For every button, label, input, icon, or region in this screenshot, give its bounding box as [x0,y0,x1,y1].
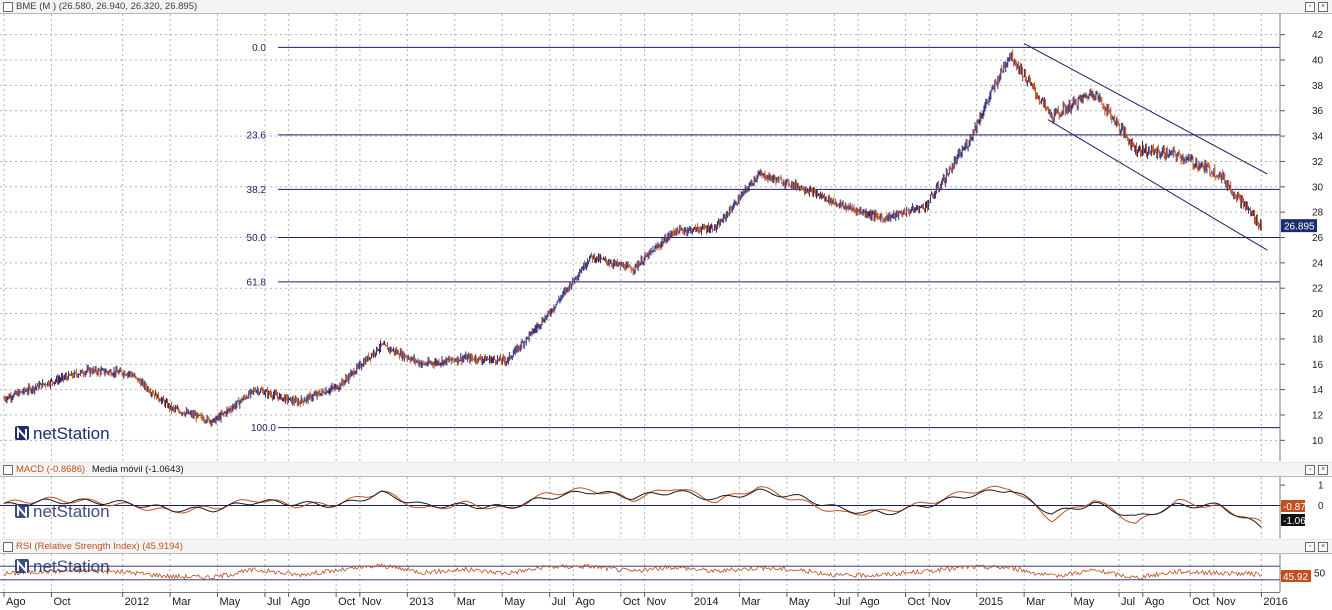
y-tick-label: 36 [1312,106,1324,117]
x-tick-label: Jul [552,596,566,608]
y-tick-label: 22 [1312,284,1324,295]
panel-checkbox[interactable] [3,465,13,475]
watermark-text: netStation [33,557,110,576]
y-tick-label: 16 [1312,360,1324,371]
x-tick-label: Ago [860,596,880,608]
fib-level-label: 38.2 [247,185,267,196]
y-tick-label: 12 [1312,410,1324,421]
y-tick-label: 38 [1312,81,1324,92]
last-price-tag: 26.895 [1281,219,1317,233]
macd-chart: 1 0 -0.87 -1.06 netStation [0,477,1324,538]
last-price-value: 26.895 [1284,222,1315,233]
x-tick-label: May [220,596,241,608]
x-tick-label: 2014 [694,596,718,608]
x-tick-label: Ago [575,596,595,608]
x-tick-label: Ago [291,596,311,608]
x-tick-label: Nov [647,596,667,608]
x-tick-label: 2013 [409,596,433,608]
y-tick-label: 32 [1312,157,1324,168]
y-tick-label: 42 [1312,30,1324,41]
x-tick-label: Oct [623,596,640,608]
rsi-panel-header: RSI (Relative Strength Index) (45.9194) … [0,540,1332,554]
x-tick-label: Nov [931,596,951,608]
y-tick-label: 50 [1314,569,1326,580]
y-tick-label: 14 [1312,385,1324,396]
x-tick-label: Jul [836,596,850,608]
x-tick-label: Mar [741,596,760,608]
price-panel-header: BME (M ) (26.580, 26.940, 26.320, 26.895… [0,0,1332,14]
x-tick-label: Mar [457,596,476,608]
panel-checkbox[interactable] [3,2,13,12]
rsi-legend: RSI (Relative Strength Index) (45.9194) [16,541,183,552]
fib-level-label: 100.0 [251,423,276,434]
y-tick-label: 40 [1312,56,1324,67]
fib-level-label: 23.6 [247,130,267,141]
price-candles [3,49,1262,428]
y-tick-label: 18 [1312,334,1324,345]
restore-icon[interactable]: ▫ [1305,2,1315,12]
netstation-logo: netStation [15,424,110,443]
x-tick-label: Ago [6,596,26,608]
restore-icon[interactable]: ▫ [1305,465,1315,475]
rsi-chart: 50 45.92 netStation [0,554,1326,592]
x-tick-label: 2015 [979,596,1003,608]
y-tick-label: 24 [1312,258,1324,269]
signal-line [3,488,1262,528]
watermark-text: netStation [33,424,110,443]
y-tick-label: 20 [1312,309,1324,320]
x-tick-label: Mar [172,596,191,608]
y-tick-label: 0 [1318,501,1324,512]
macd-value: -0.87 [1283,502,1306,513]
x-tick-label: 2016 [1263,596,1287,608]
time-axis: Ago Oct 2012 Mar May Jul Ago Oct Nov 2013 Mar May Ju… [0,592,1332,610]
macd-panel: MACD (-0.8686) Media móvil (-1.0643) ▫ ×… [0,463,1332,539]
fib-level-label: 61.8 [247,277,267,288]
fibonacci-levels: 0.0 23.6 38.2 50.0 61.8 100.0 [247,43,1280,434]
y-tick-label: 26 [1312,233,1324,244]
restore-icon[interactable]: ▫ [1305,542,1315,552]
panel-checkbox[interactable] [3,542,13,552]
close-icon[interactable]: × [1318,465,1328,475]
x-tick-label: Nov [1216,596,1236,608]
x-tick-label: Nov [362,596,382,608]
close-icon[interactable]: × [1318,542,1328,552]
x-tick-label: Mar [1026,596,1045,608]
price-y-axis: 10 12 14 16 18 20 22 24 26 28 30 32 34 36 38 40 42 [1280,30,1324,447]
price-panel: BME (M ) (26.580, 26.940, 26.320, 26.895… [0,0,1332,462]
x-tick-label: Oct [338,596,355,608]
y-tick-label: 1 [1318,481,1324,492]
channel-line [1047,119,1268,251]
macd-panel-header: MACD (-0.8686) Media móvil (-1.0643) ▫ × [0,463,1332,477]
macd-line [3,485,1262,524]
x-tick-label: 2012 [125,596,149,608]
x-tick-label: Ago [1145,596,1165,608]
signal-value: -1.06 [1283,516,1306,527]
channel-line [1023,43,1268,175]
fib-level-label: 50.0 [247,233,267,244]
price-chart: 0.0 23.6 38.2 50.0 61.8 100.0 10 12 14 16 18 20 22 2… [0,14,1324,461]
x-tick-label: May [789,596,810,608]
watermark-text: netStation [33,502,110,521]
x-tick-label: Oct [53,596,70,608]
x-tick-label: Jul [267,596,281,608]
y-tick-label: 30 [1312,182,1324,193]
x-tick-label: Jul [1121,596,1135,608]
x-tick-label: Oct [908,596,925,608]
price-panel-title: BME (M ) (26.580, 26.940, 26.320, 26.895… [16,1,198,12]
close-icon[interactable]: × [1318,2,1328,12]
rsi-panel: RSI (Relative Strength Index) (45.9194) … [0,540,1332,592]
x-tick-label: May [504,596,525,608]
chart-window: BME (M ) (26.580, 26.940, 26.320, 26.895… [0,0,1332,610]
x-tick-label: May [1074,596,1095,608]
macd-legend: MACD (-0.8686) [16,464,86,475]
x-tick-label: Oct [1192,596,1209,608]
signal-legend: Media móvil (-1.0643) [91,464,184,475]
rsi-value: 45.92 [1283,572,1308,583]
y-tick-label: 10 [1312,436,1324,447]
fib-level-label: 0.0 [252,43,266,54]
y-tick-label: 28 [1312,208,1324,219]
y-tick-label: 34 [1312,132,1324,143]
